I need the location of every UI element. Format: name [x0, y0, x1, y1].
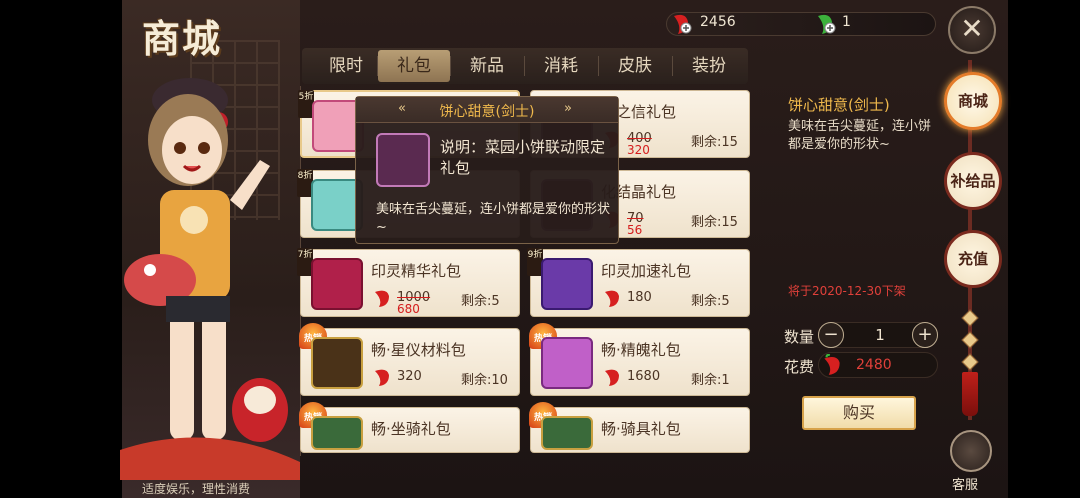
letterbox-right [1008, 0, 1080, 498]
product-name: 畅·精魄礼包 [601, 341, 681, 359]
ornament-icon [961, 331, 979, 349]
remaining-count: 剩余:10 [461, 373, 508, 388]
ornament-icon [961, 353, 979, 371]
detail-title: 饼心甜意(剑士) [788, 96, 890, 114]
tab-consumable[interactable]: 消耗 [525, 50, 597, 82]
quantity-minus-button[interactable]: − [818, 322, 844, 348]
remaining-count: 剩余:1 [691, 373, 730, 388]
price: 180 [627, 290, 652, 305]
gift-box-icon [311, 416, 363, 450]
expire-notice: 将于2020-12-30下架 [788, 284, 906, 298]
remaining-count: 剩余:5 [461, 294, 500, 309]
product-name: 印灵精华礼包 [371, 262, 462, 280]
tooltip-label: 说明：菜园小饼联动限定礼包 [440, 138, 606, 177]
item-tooltip: « 饼心甜意(剑士) » 说明：菜园小饼联动限定礼包 美味在舌尖蔓延，连小饼都是… [355, 96, 619, 244]
quantity-plus-button[interactable]: + [912, 322, 938, 348]
gift-box-icon [311, 258, 363, 310]
shop-screen: 商城 适度娱乐，理性消费 2456 1 限时 礼包 新品 消耗 皮肤 装扮 5折… [0, 0, 1080, 498]
product-name: 畅·坐骑礼包 [371, 420, 451, 438]
remaining-count: 剩余:15 [691, 215, 738, 230]
price: 320 [397, 369, 422, 384]
red-chili-icon [375, 369, 389, 386]
tab-new[interactable]: 新品 [451, 50, 523, 82]
tab-limited[interactable]: 限时 [310, 50, 382, 82]
product-name: 畅·星仪材料包 [371, 341, 466, 359]
buy-button[interactable]: 购买 [802, 396, 916, 430]
red-chili-icon [375, 290, 389, 307]
product-card[interactable]: 热销 畅·精魄礼包 1680 剩余:1 [529, 323, 750, 396]
cost-label: 花费 [784, 358, 815, 376]
red-chili-icon [674, 14, 692, 34]
gift-box-icon [541, 416, 593, 450]
discount-price: 680 [397, 302, 420, 316]
remaining-count: 剩余:15 [691, 135, 738, 150]
red-chili-icon [824, 354, 840, 375]
tassel-ornament [962, 372, 978, 416]
close-button[interactable]: ✕ [948, 6, 996, 54]
remaining-count: 剩余:5 [691, 294, 730, 309]
close-icon: ✕ [960, 12, 984, 45]
tooltip-title: 饼心甜意(剑士) [439, 104, 535, 120]
red-chili-icon [605, 369, 619, 386]
product-card[interactable]: 7折 印灵精华礼包 1000 680 剩余:5 [297, 248, 520, 317]
customer-service-icon[interactable] [950, 430, 992, 472]
discount-price: 56 [627, 223, 643, 237]
product-card[interactable]: 热销 畅·骑具礼包 [529, 402, 750, 453]
quantity-label: 数量 [784, 328, 815, 346]
tab-skin[interactable]: 皮肤 [599, 50, 671, 82]
shop-logo: 商城 [142, 16, 223, 61]
detail-description: 美味在舌尖蔓延，连小饼都是爱你的形状~ [788, 119, 932, 152]
green-chili-icon [818, 14, 836, 34]
red-currency-value: 2456 [700, 14, 736, 30]
nav-supplies[interactable]: 补给品 [944, 152, 1002, 210]
price: 1680 [627, 369, 661, 384]
tab-gift-pack[interactable]: 礼包 [378, 50, 450, 82]
gift-box-icon [376, 133, 430, 187]
cost-value: 2480 [856, 357, 892, 373]
nav-recharge[interactable]: 充值 [944, 230, 1002, 288]
nav-shop[interactable]: 商城 [944, 72, 1002, 130]
tooltip-description: 美味在舌尖蔓延，连小饼都是爱你的形状~ [376, 202, 611, 235]
character-illustration [120, 78, 300, 480]
green-currency-value: 1 [842, 14, 851, 30]
customer-service-label[interactable]: 客服 [952, 474, 978, 493]
red-chili-icon [605, 290, 619, 307]
discount-price: 320 [627, 143, 650, 157]
footer-note: 适度娱乐，理性消费 [142, 482, 251, 496]
product-card[interactable]: 热销 畅·坐骑礼包 [299, 402, 520, 453]
treasure-chest-icon [311, 337, 363, 389]
letterbox-left [0, 0, 122, 498]
quantity-value[interactable]: 1 [870, 326, 890, 344]
gift-box-icon [541, 337, 593, 389]
tab-decoration[interactable]: 装扮 [673, 50, 745, 82]
gift-box-icon [541, 258, 593, 310]
product-name: 印灵加速礼包 [601, 262, 692, 280]
product-name: 畅·骑具礼包 [601, 420, 681, 438]
next-arrow-icon[interactable]: » [564, 101, 572, 116]
product-card[interactable]: 9折 印灵加速礼包 180 剩余:5 [527, 248, 750, 317]
product-card[interactable]: 热销 畅·星仪材料包 320 剩余:10 [299, 323, 520, 396]
ornament-icon [961, 309, 979, 327]
